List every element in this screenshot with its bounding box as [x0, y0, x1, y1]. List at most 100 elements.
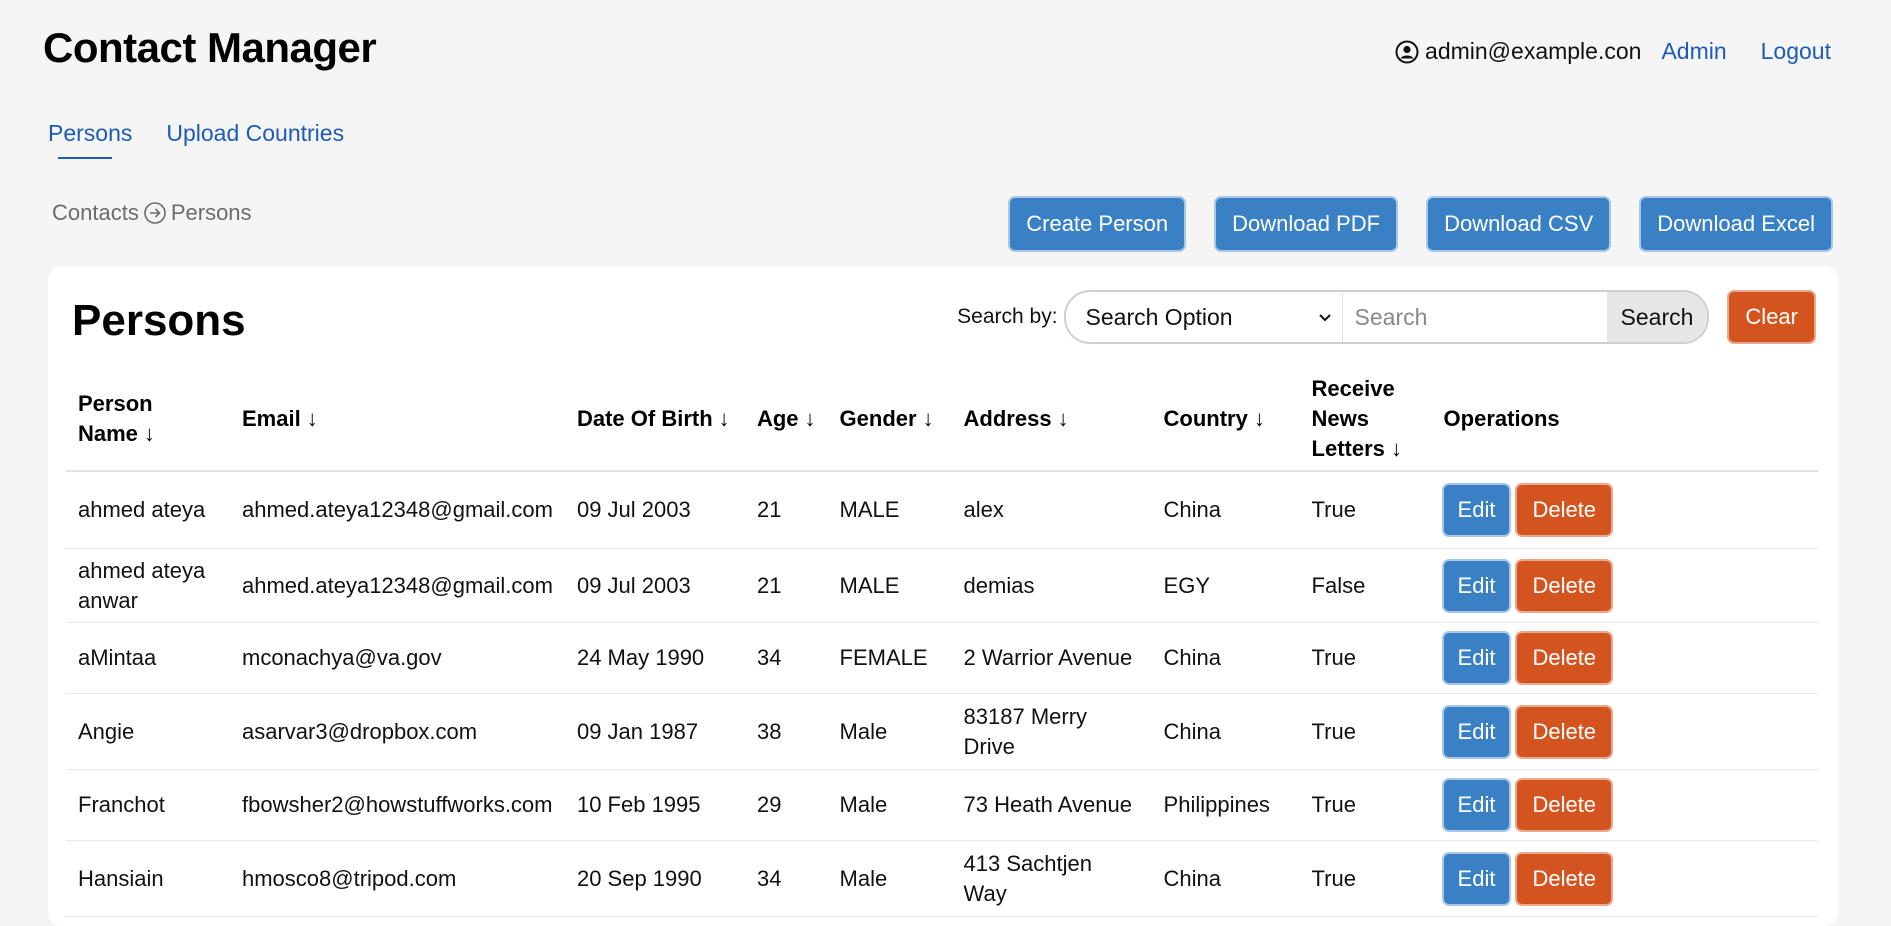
cell-address: alex — [951, 471, 1152, 549]
persons-table: Person Name ↓ Email ↓ Date Of Birth ↓ Age ↓ … — [66, 368, 1818, 917]
column-header-age[interactable]: Age ↓ — [744, 368, 828, 472]
user-area: admin@example.con Admin Logout — [1395, 38, 1831, 65]
persons-card: Persons Search by: Search Option Search … — [48, 266, 1838, 926]
delete-button[interactable]: Delete — [1517, 853, 1612, 904]
edit-button[interactable]: Edit — [1443, 780, 1510, 830]
cell-age: 34 — [744, 622, 828, 694]
sort-arrow-icon: ↓ — [143, 421, 155, 446]
cell-news: True — [1299, 693, 1432, 770]
cell-age: 21 — [744, 548, 828, 623]
logout-link[interactable]: Logout — [1761, 38, 1831, 65]
cell-name: Franchot — [66, 769, 230, 841]
cell-operations: Edit Delete — [1431, 471, 1818, 549]
cell-email: ahmed.ateya12348@gmail.com — [230, 548, 565, 623]
cell-operations: Edit Delete — [1431, 693, 1818, 770]
search-input[interactable] — [1342, 292, 1607, 342]
cell-country: China — [1151, 840, 1300, 917]
column-header-email[interactable]: Email ↓ — [230, 368, 565, 472]
tab-persons[interactable]: Persons — [48, 120, 132, 159]
sort-arrow-icon: ↓ — [306, 406, 318, 431]
cell-name: Hansiain — [66, 840, 230, 917]
column-header-operations: Operations — [1431, 368, 1818, 472]
edit-button[interactable]: Edit — [1443, 560, 1510, 611]
cell-country: EGY — [1151, 548, 1300, 623]
cell-age: 29 — [744, 769, 828, 841]
delete-button[interactable]: Delete — [1517, 560, 1612, 611]
table-row: Angie asarvar3@dropbox.com 09 Jan 1987 3… — [66, 693, 1818, 770]
cell-country: Philippines — [1151, 769, 1300, 841]
breadcrumb-current: Persons — [170, 200, 252, 225]
cell-email: fbowsher2@howstuffworks.com — [230, 769, 565, 841]
cell-name: ahmed ateya — [66, 471, 230, 549]
cell-gender: MALE — [827, 471, 952, 549]
cell-news: True — [1299, 471, 1432, 549]
delete-button[interactable]: Delete — [1517, 485, 1612, 535]
sort-arrow-icon: ↓ — [1057, 406, 1069, 431]
column-header-date-of-birth[interactable]: Date Of Birth ↓ — [564, 368, 745, 472]
cell-address: 83187 Merry Drive — [951, 693, 1152, 770]
sort-arrow-icon: ↓ — [1253, 406, 1265, 431]
header: Contact Manager admin@example.con Admin … — [0, 0, 1891, 100]
delete-button[interactable]: Delete — [1517, 633, 1612, 683]
search-option-value: Search Option — [1085, 303, 1233, 330]
cell-gender: MALE — [827, 548, 952, 623]
cell-name: aMintaa — [66, 622, 230, 694]
clear-button[interactable]: Clear — [1729, 292, 1814, 342]
cell-dob: 24 May 1990 — [564, 622, 745, 694]
delete-button[interactable]: Delete — [1517, 780, 1612, 830]
table-header-row: Person Name ↓ Email ↓ Date Of Birth ↓ Age ↓ … — [66, 368, 1818, 472]
search-button[interactable]: Search — [1606, 292, 1708, 342]
action-buttons: Create Person Download PDF Download CSV … — [978, 198, 1831, 250]
sort-arrow-icon: ↓ — [922, 406, 934, 431]
cell-news: True — [1299, 769, 1432, 841]
cell-name: ahmed ateya anwar — [66, 548, 230, 623]
tab-upload-countries[interactable]: Upload Countries — [166, 120, 344, 157]
column-header-address[interactable]: Address ↓ — [951, 368, 1152, 472]
cell-country: China — [1151, 471, 1300, 549]
cell-age: 21 — [744, 471, 828, 549]
cell-address: 73 Heath Avenue — [951, 769, 1152, 841]
cell-address: demias — [951, 548, 1152, 623]
cell-email: ahmed.ateya12348@gmail.com — [230, 471, 565, 549]
delete-button[interactable]: Delete — [1517, 706, 1612, 757]
cell-news: False — [1299, 548, 1432, 623]
column-header-country[interactable]: Country ↓ — [1151, 368, 1300, 472]
cell-country: China — [1151, 693, 1300, 770]
user-circle-icon — [1395, 40, 1419, 63]
page-title: Persons — [72, 296, 246, 345]
cell-dob: 20 Sep 1990 — [564, 840, 745, 917]
sort-arrow-icon: ↓ — [718, 406, 730, 431]
arrow-right-circle-icon — [144, 202, 166, 224]
edit-button[interactable]: Edit — [1443, 706, 1510, 757]
download-pdf-button[interactable]: Download PDF — [1216, 198, 1397, 250]
edit-button[interactable]: Edit — [1443, 485, 1510, 535]
app-title: Contact Manager — [43, 24, 377, 71]
cell-news: True — [1299, 622, 1432, 694]
search-group: Search Option Search — [1063, 290, 1710, 344]
search-bar: Search by: Search Option Search Clear — [957, 290, 1814, 344]
cell-operations: Edit Delete — [1431, 622, 1818, 694]
cell-operations: Edit Delete — [1431, 840, 1818, 917]
column-header-person-name[interactable]: Person Name ↓ — [66, 368, 230, 472]
edit-button[interactable]: Edit — [1443, 853, 1510, 904]
table-row: ahmed ateya ahmed.ateya12348@gmail.com 0… — [66, 471, 1818, 549]
cell-country: China — [1151, 622, 1300, 694]
column-header-gender[interactable]: Gender ↓ — [827, 368, 952, 472]
cell-address: 2 Warrior Avenue — [951, 622, 1152, 694]
edit-button[interactable]: Edit — [1443, 633, 1510, 683]
search-label: Search by: — [957, 305, 1058, 328]
cell-dob: 09 Jul 2003 — [564, 471, 745, 549]
download-csv-button[interactable]: Download CSV — [1428, 198, 1610, 250]
cell-operations: Edit Delete — [1431, 769, 1818, 841]
cell-operations: Edit Delete — [1431, 548, 1818, 623]
search-option-select[interactable]: Search Option — [1066, 292, 1343, 342]
cell-news: True — [1299, 840, 1432, 917]
admin-link[interactable]: Admin — [1661, 38, 1726, 65]
sort-arrow-icon: ↓ — [1390, 436, 1402, 461]
create-person-button[interactable]: Create Person — [1010, 198, 1185, 250]
download-excel-button[interactable]: Download Excel — [1641, 198, 1831, 250]
column-header-receive-news-letters[interactable]: Receive News Letters ↓ — [1299, 368, 1432, 472]
cell-dob: 09 Jan 1987 — [564, 693, 745, 770]
breadcrumb-parent[interactable]: Contacts — [52, 200, 139, 226]
cell-email: asarvar3@dropbox.com — [230, 693, 565, 770]
